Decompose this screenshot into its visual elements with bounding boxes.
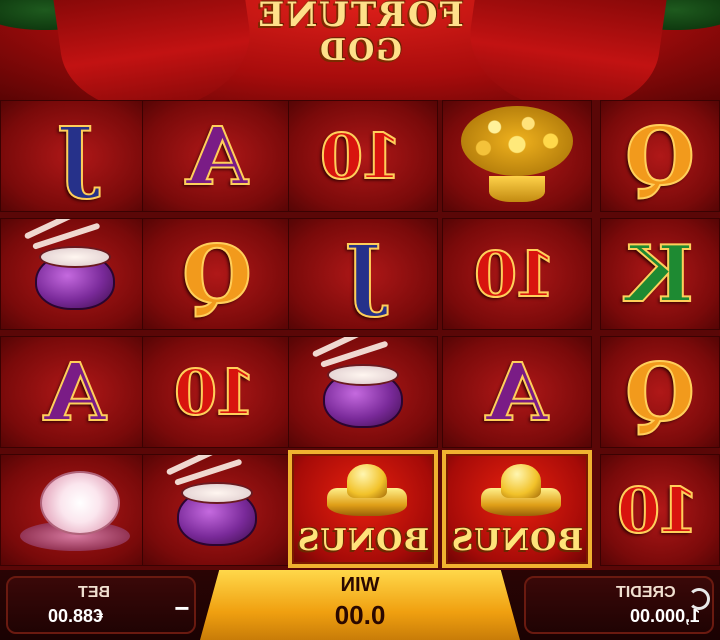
curtain-decoration [461, 0, 669, 100]
reel-cell-ten: 10 [142, 336, 292, 448]
reel-cell-peony [0, 454, 150, 566]
reel-cell-bonus: BONUS [288, 450, 438, 568]
reel-cell-q: Q [600, 336, 720, 448]
reel-cell-ten: 10 [442, 218, 592, 330]
bet-panel: BET €88.00 − [6, 576, 196, 634]
symbol-jack: J [344, 228, 383, 321]
drum-icon [23, 219, 125, 314]
bonus-label: BONUS [296, 523, 430, 558]
credit-value: 1,000.00 [630, 606, 701, 626]
reel-cell-a: A [442, 336, 592, 448]
reel-cell-drum [0, 218, 150, 330]
symbol-jack: J [56, 110, 95, 203]
win-label: WIN [340, 574, 380, 596]
reel-cell-a: A [142, 100, 292, 212]
reel-cell-money-tree [442, 100, 592, 212]
reel-cell-drum [288, 336, 438, 448]
reel-cell-ten: 10 [288, 100, 438, 212]
reel-cell-a: A [0, 336, 150, 448]
reel-cell-drum [142, 454, 292, 566]
symbol-ten: 10 [323, 119, 403, 194]
symbol-queen: Q [624, 108, 696, 204]
symbol-ace: A [43, 344, 107, 440]
reel-cell-q: Q [142, 218, 292, 330]
symbol-ace: A [485, 344, 549, 440]
credit-panel: CREDIT 1,000.00 [524, 576, 714, 634]
reel-cell-j: J [0, 100, 150, 212]
credit-label: CREDIT [616, 584, 676, 601]
bonus-label: BONUS [450, 523, 584, 558]
peony-flower-icon [20, 465, 130, 555]
drum-icon [311, 337, 413, 432]
logo-title: FORTUNE [256, 0, 464, 35]
symbol-ten: 10 [177, 355, 257, 430]
gold-ingot-icon [327, 460, 407, 520]
drum-icon [165, 455, 267, 550]
win-value: 0.00 [334, 600, 386, 630]
win-panel: WIN 0.00 [200, 570, 520, 640]
curtain-decoration [51, 0, 259, 100]
autoplay-icon[interactable] [688, 588, 710, 610]
gold-ingot-icon [481, 460, 561, 520]
bet-value: €88.00 [48, 606, 104, 626]
game-header: FORTUNE GOD [0, 0, 720, 100]
reel-cell-ten: 10 [600, 454, 720, 566]
game-logo: FORTUNE GOD [240, 0, 480, 92]
symbol-queen: Q [181, 226, 253, 322]
symbol-ten: 10 [620, 473, 700, 548]
reel-grid: J A A Q 10 10 J BONUS 10 A BONUS Q K Q 1… [0, 100, 720, 570]
reel-cell-bonus: BONUS [442, 450, 592, 568]
symbol-queen: Q [624, 344, 696, 440]
bet-label: BET [78, 584, 110, 601]
symbol-ace: A [185, 108, 249, 204]
symbol-ten: 10 [477, 237, 557, 312]
reel-cell-k: K [600, 218, 720, 330]
symbol-king: K [625, 228, 695, 321]
money-tree-icon [457, 106, 577, 206]
logo-subtitle: GOD [318, 33, 402, 68]
bottom-control-bar: BET €88.00 − WIN 0.00 CREDIT 1,000.00 [0, 570, 720, 640]
bet-decrease-button[interactable]: − [168, 588, 196, 630]
reel-cell-q: Q [600, 100, 720, 212]
reel-cell-j: J [288, 218, 438, 330]
